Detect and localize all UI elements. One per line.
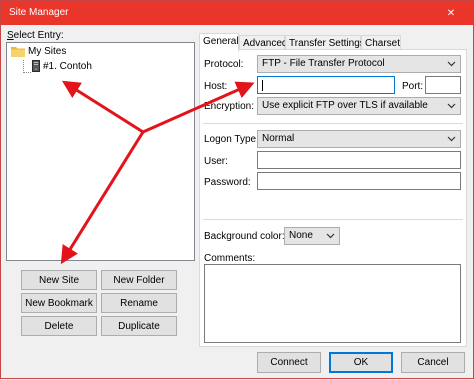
tree-connector: [23, 72, 31, 73]
duplicate-button[interactable]: Duplicate: [101, 316, 177, 336]
new-bookmark-label: New Bookmark: [25, 297, 93, 309]
tree-item-label: #1. Contoh: [43, 60, 92, 72]
tree-item-contoh[interactable]: #1. Contoh: [32, 60, 92, 72]
tab-label: Charset: [365, 38, 401, 49]
cancel-label: Cancel: [417, 357, 449, 368]
ok-button[interactable]: OK: [329, 352, 393, 373]
ok-label: OK: [353, 357, 369, 368]
logon-type-select[interactable]: Normal: [257, 130, 461, 148]
user-input[interactable]: [257, 151, 461, 169]
tab-label: General: [203, 36, 239, 47]
background-color-label: Background color:: [204, 231, 285, 242]
site-tree[interactable]: My Sites #1. Contoh: [6, 42, 195, 261]
duplicate-label: Duplicate: [118, 320, 160, 332]
logon-type-value: Normal: [262, 133, 295, 144]
new-site-label: New Site: [38, 274, 79, 286]
comments-label: Comments:: [204, 253, 256, 264]
separator: [203, 123, 463, 124]
password-input[interactable]: [257, 172, 461, 190]
cancel-button[interactable]: Cancel: [401, 352, 465, 373]
protocol-value: FTP - File Transfer Protocol: [262, 58, 385, 69]
new-bookmark-button[interactable]: New Bookmark: [21, 293, 97, 313]
title-bar[interactable]: Site Manager ✕: [1, 1, 473, 25]
chevron-down-icon: [447, 103, 456, 109]
encryption-label: Encryption:: [204, 101, 255, 112]
select-entry-label: Select Entry:: [7, 30, 64, 41]
separator: [203, 219, 463, 220]
rename-label: Rename: [120, 297, 158, 309]
tree-item-label: My Sites: [28, 46, 67, 57]
chevron-down-icon: [447, 136, 456, 142]
user-label: User:: [204, 156, 228, 167]
chevron-down-icon: [326, 233, 335, 239]
port-input[interactable]: [425, 76, 461, 94]
new-folder-button[interactable]: New Folder: [101, 270, 177, 290]
delete-button[interactable]: Delete: [21, 316, 97, 336]
logon-type-label: Logon Type:: [204, 134, 259, 145]
new-site-button[interactable]: New Site: [21, 270, 97, 290]
host-input[interactable]: [257, 76, 395, 94]
folder-icon: [11, 47, 25, 57]
connect-button[interactable]: Connect: [257, 352, 321, 373]
tab-label: Transfer Settings: [289, 38, 365, 49]
close-icon[interactable]: ✕: [429, 1, 473, 25]
background-color-select[interactable]: None: [284, 227, 340, 245]
rename-button[interactable]: Rename: [101, 293, 177, 313]
background-color-value: None: [289, 230, 313, 241]
server-icon: [32, 60, 40, 72]
chevron-down-icon: [447, 61, 456, 67]
encryption-select[interactable]: Use explicit FTP over TLS if available: [257, 97, 461, 115]
connect-label: Connect: [270, 357, 308, 368]
window-title: Site Manager: [9, 7, 69, 18]
comments-textarea[interactable]: [204, 264, 461, 343]
tab-label: Advanced: [243, 38, 288, 49]
protocol-select[interactable]: FTP - File Transfer Protocol: [257, 55, 461, 73]
port-label: Port:: [402, 81, 424, 92]
tab-general[interactable]: General: [199, 33, 239, 52]
delete-label: Delete: [44, 320, 74, 332]
encryption-value: Use explicit FTP over TLS if available: [262, 100, 428, 111]
host-label: Host:: [204, 81, 228, 92]
protocol-label: Protocol:: [204, 59, 244, 70]
password-label: Password:: [204, 177, 251, 188]
text-caret: [262, 80, 263, 91]
tree-item-my-sites[interactable]: My Sites: [11, 46, 66, 57]
site-manager-window: Site Manager ✕ Select Entry: My Sites #1…: [0, 0, 474, 379]
new-folder-label: New Folder: [113, 274, 165, 286]
